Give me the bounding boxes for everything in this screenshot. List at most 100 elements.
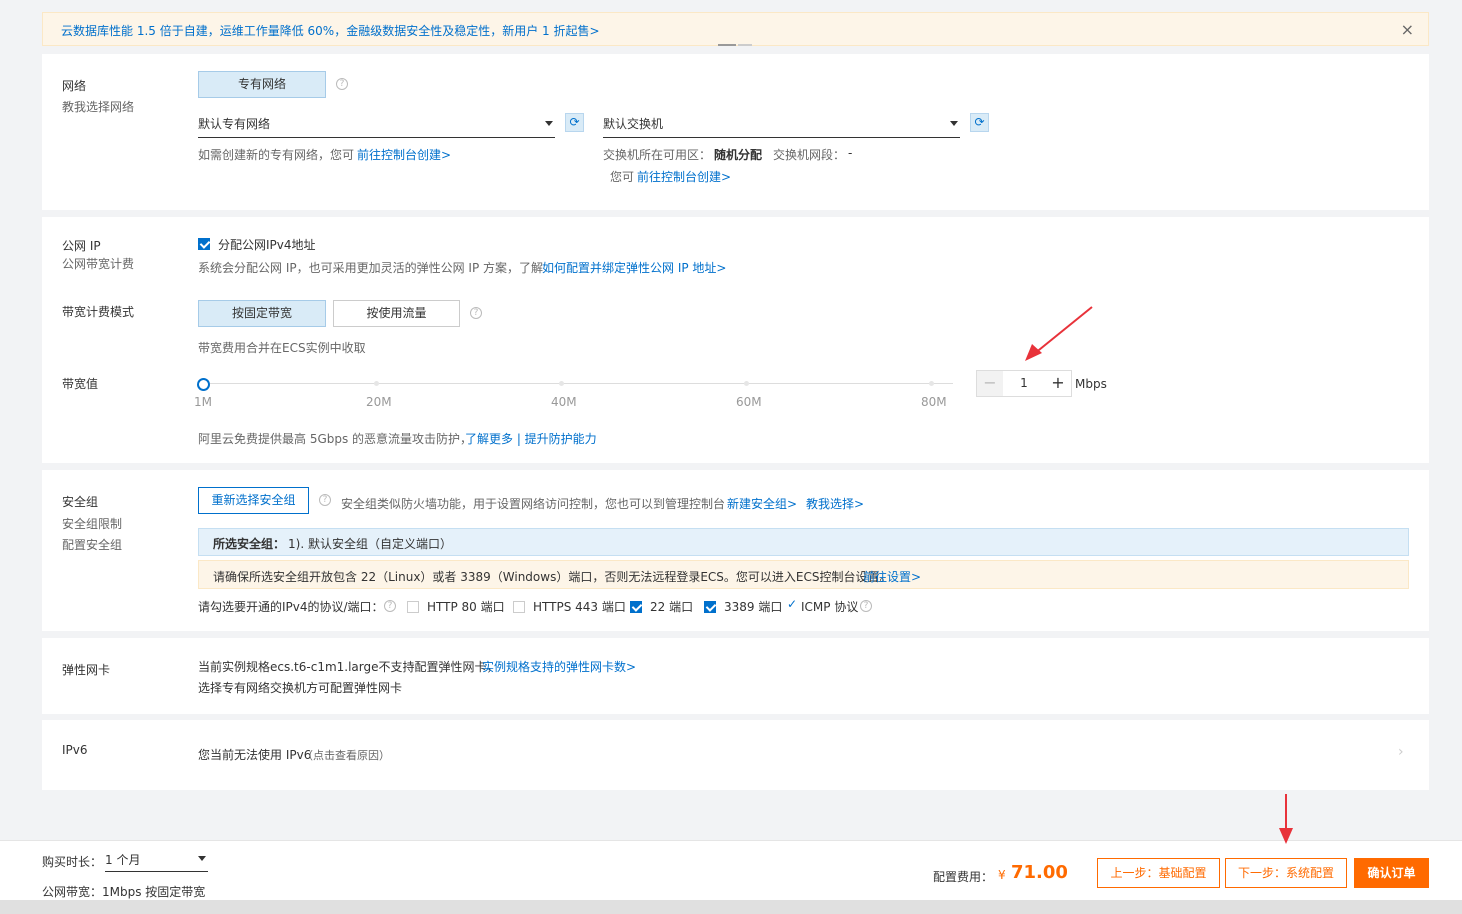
billing-traffic-button[interactable]: 按使用流量 xyxy=(333,300,460,327)
ddos-links[interactable]: 了解更多 | 提升防护能力 xyxy=(465,430,597,447)
banner-pager[interactable] xyxy=(718,35,758,46)
https-443-label: HTTPS 443 端口 xyxy=(533,600,626,614)
price-value: 71.00 xyxy=(1011,862,1068,883)
slider-tick-dot xyxy=(744,381,749,386)
refresh-icon[interactable]: ⟳ xyxy=(565,113,584,132)
ipv6-reason[interactable]: （点击查看原因） xyxy=(302,747,390,763)
bandwidth-slider-track[interactable] xyxy=(203,383,953,384)
ipv6-title: IPv6 xyxy=(62,743,88,757)
vpc-select-value: 默认专有网络 xyxy=(198,117,271,131)
slider-tick-dot xyxy=(374,381,379,386)
cidr-label: 交换机网段： xyxy=(773,148,846,162)
network-help-link[interactable]: 教我选择网络 xyxy=(62,97,134,118)
refresh-icon[interactable]: ⟳ xyxy=(970,113,989,132)
vswitch-create-link[interactable]: 前往控制台创建> xyxy=(637,168,731,185)
help-icon[interactable]: ? xyxy=(860,600,872,612)
chevron-right-icon[interactable]: › xyxy=(1398,744,1404,760)
selected-sg-value: 1). 默认安全组（自定义端口） xyxy=(288,537,452,551)
eni-support-link[interactable]: 实例规格支持的弹性网卡数> xyxy=(482,658,636,675)
bandwidth-unit: Mbps xyxy=(1075,377,1107,391)
reselect-security-group-button[interactable]: 重新选择安全组 xyxy=(198,487,309,514)
ddos-note: 阿里云免费提供最高 5Gbps 的恶意流量攻击防护， xyxy=(198,432,473,446)
slider-tick-label: 80M xyxy=(921,395,947,409)
network-title: 网络 xyxy=(62,79,87,93)
slider-tick-dot xyxy=(559,381,564,386)
bandwidth-slider-handle[interactable] xyxy=(197,378,210,391)
security-group-sub2: 配置安全组 xyxy=(62,538,123,552)
teach-select-link[interactable]: 教我选择> xyxy=(806,495,864,512)
http-80-checkbox[interactable] xyxy=(407,601,419,613)
next-step-button[interactable]: 下一步：系统配置 xyxy=(1225,858,1347,888)
duration-label: 购买时长： xyxy=(42,855,103,869)
chevron-down-icon xyxy=(545,121,553,126)
eni-section xyxy=(42,638,1429,714)
promo-banner: 云数据库性能 1.5 倍于自建，运维工作量降低 60%，金融级数据安全性及稳定性… xyxy=(42,12,1429,46)
port-22-label: 22 端口 xyxy=(650,600,694,614)
port-settings-link[interactable]: 前往设置> xyxy=(863,568,921,585)
fee-label: 配置费用： xyxy=(933,870,994,884)
increment-button[interactable]: + xyxy=(1045,371,1071,396)
security-group-desc: 安全组类似防火墙功能，用于设置网络访问控制，您也可以到管理控制台 xyxy=(341,497,726,511)
icmp-label: ICMP 协议 xyxy=(801,600,859,614)
eni-title: 弹性网卡 xyxy=(62,663,111,677)
security-group-sub1: 安全组限制 xyxy=(62,517,123,531)
zone-value: 随机分配 xyxy=(714,148,763,162)
help-icon[interactable]: ? xyxy=(319,494,331,506)
port-warning: 请确保所选安全组开放包含 22（Linux）或者 3389（Windows）端口… xyxy=(198,560,1409,589)
bandwidth-summary: 公网带宽：1Mbps 按固定带宽 xyxy=(42,885,206,899)
annotation-arrow xyxy=(1025,306,1093,361)
vswitch-hint: 您可 xyxy=(610,170,635,184)
help-icon[interactable]: ? xyxy=(336,78,348,90)
ports-label: 请勾选要开通的IPv4的协议/端口： xyxy=(198,600,384,614)
cidr-value: - xyxy=(848,146,853,160)
eni-line1: 当前实例规格ecs.t6-c1m1.large不支持配置弹性网卡， xyxy=(198,660,499,674)
port-3389-label: 3389 端口 xyxy=(724,600,783,614)
close-icon[interactable]: × xyxy=(1401,20,1414,39)
confirm-order-button[interactable]: 确认订单 xyxy=(1354,858,1429,888)
chevron-down-icon xyxy=(198,856,206,861)
vpc-hint: 如需创建新的专有网络，您可 xyxy=(198,148,355,162)
ipv6-text: 您当前无法使用 IPv6 xyxy=(198,748,312,762)
assign-ipv4-checkbox[interactable] xyxy=(198,238,210,250)
vswitch-select[interactable]: 默认交换机 xyxy=(603,112,960,138)
help-icon[interactable]: ? xyxy=(470,307,482,319)
footer-scroll-strip xyxy=(0,900,1462,914)
http-80-label: HTTP 80 端口 xyxy=(427,600,505,614)
prev-step-button[interactable]: 上一步：基础配置 xyxy=(1097,858,1220,888)
slider-tick-dot xyxy=(929,381,934,386)
vswitch-select-value: 默认交换机 xyxy=(603,117,664,131)
vpc-button[interactable]: 专有网络 xyxy=(198,71,326,98)
billing-fixed-button[interactable]: 按固定带宽 xyxy=(198,300,326,327)
eip-guide-link[interactable]: 如何配置并绑定弹性公网 IP 地址> xyxy=(542,259,726,276)
billing-mode-title: 带宽计费模式 xyxy=(62,305,135,319)
billing-note: 带宽费用合并在ECS实例中收取 xyxy=(198,341,366,355)
slider-tick-label: 40M xyxy=(551,395,577,409)
https-443-checkbox[interactable] xyxy=(513,601,525,613)
public-ip-title: 公网 IP xyxy=(62,239,101,253)
new-security-group-link[interactable]: 新建安全组> xyxy=(727,495,797,512)
port-22-checkbox[interactable] xyxy=(630,601,642,613)
bandwidth-title: 带宽值 xyxy=(62,377,99,391)
slider-tick-label: 1M xyxy=(194,395,212,409)
check-icon: ✓ xyxy=(787,597,798,611)
public-ip-desc: 系统会分配公网 IP，也可采用更加灵活的弹性公网 IP 方案，了解 xyxy=(198,261,543,275)
duration-select[interactable]: 1 个月 xyxy=(105,848,208,872)
vpc-create-link[interactable]: 前往控制台创建> xyxy=(357,146,451,163)
help-icon[interactable]: ? xyxy=(384,600,396,612)
security-group-title: 安全组 xyxy=(62,495,99,509)
currency-symbol: ¥ xyxy=(998,868,1006,882)
assign-ipv4-label: 分配公网IPv4地址 xyxy=(218,238,316,252)
port-warning-text: 请确保所选安全组开放包含 22（Linux）或者 3389（Windows）端口… xyxy=(213,570,892,584)
public-ip-sub: 公网带宽计费 xyxy=(62,257,135,271)
decrement-button[interactable]: − xyxy=(977,371,1003,396)
duration-select-value: 1 个月 xyxy=(105,853,141,867)
zone-label: 交换机所在可用区： xyxy=(603,148,712,162)
vpc-select[interactable]: 默认专有网络 xyxy=(198,112,555,138)
port-3389-checkbox[interactable] xyxy=(704,601,716,613)
bandwidth-input[interactable]: 1 xyxy=(1003,371,1045,396)
chevron-down-icon xyxy=(950,121,958,126)
promo-banner-link[interactable]: 云数据库性能 1.5 倍于自建，运维工作量降低 60%，金融级数据安全性及稳定性… xyxy=(61,22,600,39)
bandwidth-stepper: − 1 + xyxy=(976,370,1072,397)
selected-sg-label: 所选安全组： xyxy=(213,537,286,551)
selected-security-group-panel: 所选安全组： 1). 默认安全组（自定义端口） xyxy=(198,528,1409,556)
